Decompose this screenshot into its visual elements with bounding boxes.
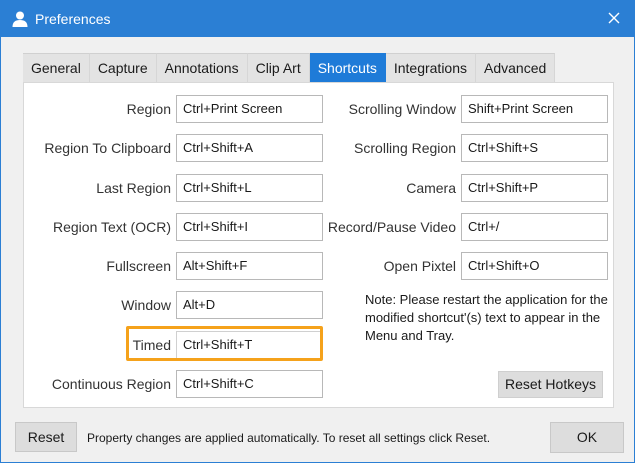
reset-button[interactable]: Reset xyxy=(15,422,77,452)
field-region-to-clipboard[interactable]: Ctrl+Shift+A xyxy=(176,134,323,162)
label-region: Region xyxy=(126,101,171,117)
preferences-window: Preferences General Capture Annotations … xyxy=(0,0,635,463)
label-region-text-ocr: Region Text (OCR) xyxy=(52,219,171,235)
tab-strip: General Capture Annotations Clip Art Sho… xyxy=(23,53,556,83)
label-scrolling-region: Scrolling Region xyxy=(354,140,456,156)
label-continuous-region: Continuous Region xyxy=(51,376,171,392)
label-region-to-clipboard: Region To Clipboard xyxy=(44,140,171,156)
label-scrolling-window: Scrolling Window xyxy=(348,101,456,117)
field-continuous-region[interactable]: Ctrl+Shift+C xyxy=(176,370,323,398)
user-icon xyxy=(11,10,29,28)
shortcuts-panel xyxy=(23,82,614,408)
field-camera[interactable]: Ctrl+Shift+P xyxy=(461,174,608,202)
reset-hotkeys-button[interactable]: Reset Hotkeys xyxy=(498,371,603,398)
label-window: Window xyxy=(121,297,171,313)
tab-annotations[interactable]: Annotations xyxy=(156,53,248,83)
label-last-region: Last Region xyxy=(96,180,171,196)
field-window[interactable]: Alt+D xyxy=(176,291,323,319)
label-fullscreen: Fullscreen xyxy=(106,258,171,274)
ok-button[interactable]: OK xyxy=(550,422,624,453)
close-button[interactable] xyxy=(600,5,628,33)
field-fullscreen[interactable]: Alt+Shift+F xyxy=(176,252,323,280)
label-timed: Timed xyxy=(132,337,171,353)
close-icon xyxy=(608,12,620,27)
field-last-region[interactable]: Ctrl+Shift+L xyxy=(176,174,323,202)
tab-advanced[interactable]: Advanced xyxy=(476,53,556,83)
tab-integrations[interactable]: Integrations xyxy=(385,53,477,83)
label-record-pause-video: Record/Pause Video xyxy=(327,219,456,235)
title-bar: Preferences xyxy=(1,1,634,37)
restart-note: Note: Please restart the application for… xyxy=(365,292,608,343)
field-record-pause-video[interactable]: Ctrl+/ xyxy=(461,213,608,241)
footer-message: Property changes are applied automatical… xyxy=(87,431,491,445)
window-title: Preferences xyxy=(35,11,111,27)
label-open-pixtel: Open Pixtel xyxy=(383,258,456,274)
field-scrolling-window[interactable]: Shift+Print Screen xyxy=(461,95,608,123)
tab-general[interactable]: General xyxy=(23,53,90,83)
tab-shortcuts[interactable]: Shortcuts xyxy=(309,53,386,83)
field-open-pixtel[interactable]: Ctrl+Shift+O xyxy=(461,252,608,280)
field-region-text-ocr[interactable]: Ctrl+Shift+I xyxy=(176,213,323,241)
field-scrolling-region[interactable]: Ctrl+Shift+S xyxy=(461,134,608,162)
field-region[interactable]: Ctrl+Print Screen xyxy=(176,95,323,123)
field-timed[interactable]: Ctrl+Shift+T xyxy=(176,331,323,359)
tab-clip-art[interactable]: Clip Art xyxy=(247,53,310,83)
label-camera: Camera xyxy=(406,180,456,196)
tab-capture[interactable]: Capture xyxy=(89,53,157,83)
